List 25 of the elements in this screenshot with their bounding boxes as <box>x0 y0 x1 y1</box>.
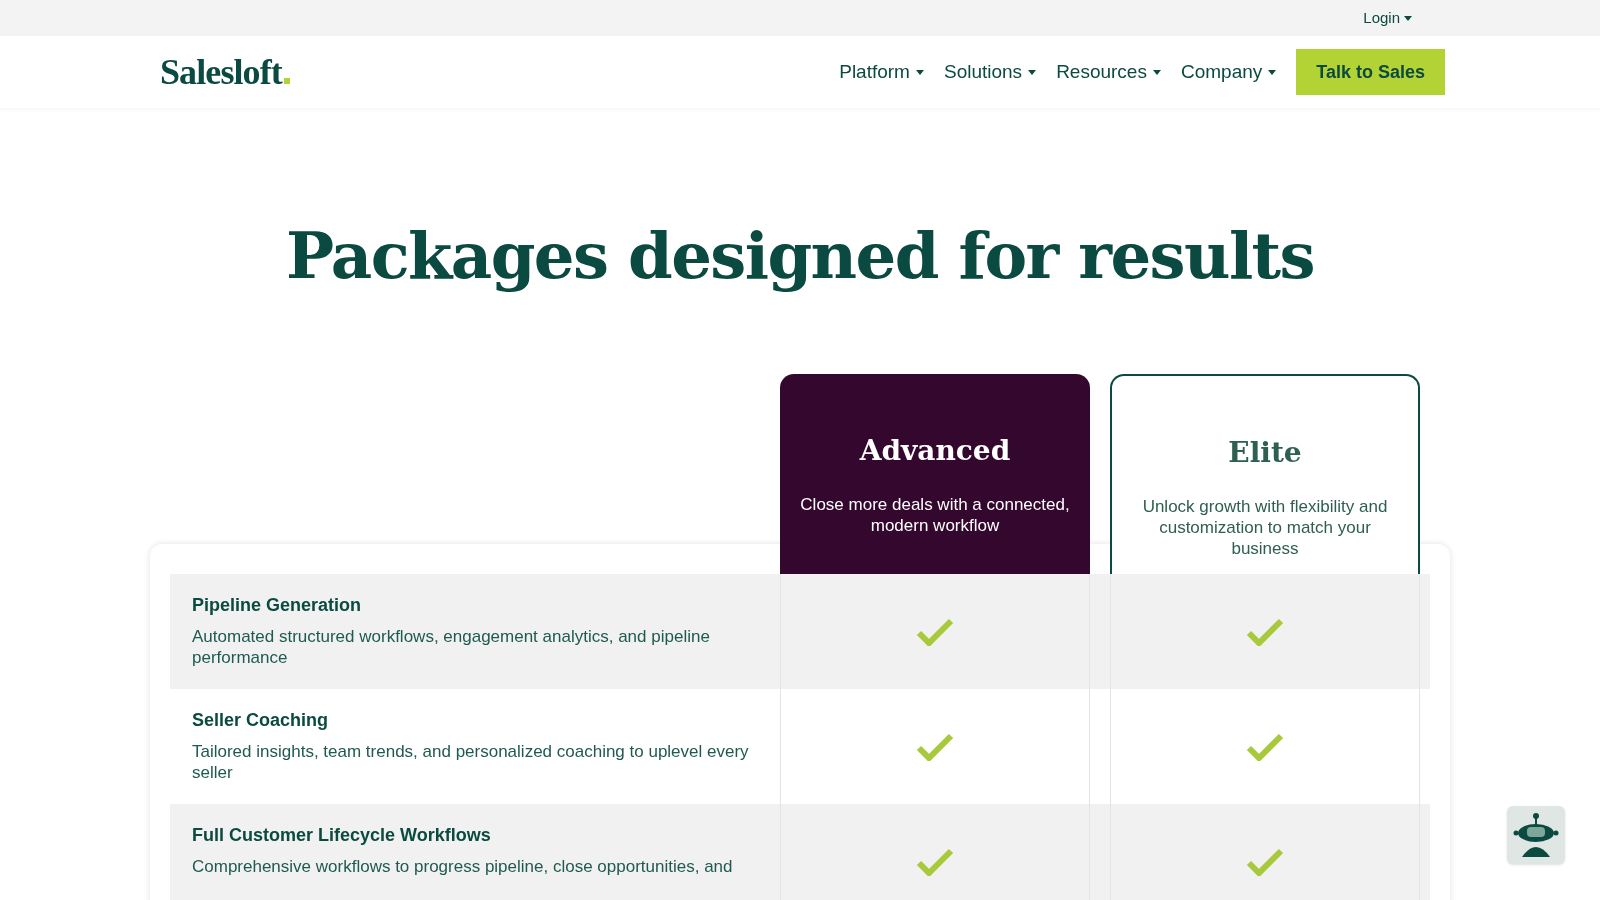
feature-title: Seller Coaching <box>192 709 330 732</box>
caret-icon <box>1028 69 1037 75</box>
page-heading: Packages designed for results <box>285 217 1315 295</box>
talk-to-sales-button[interactable]: Talk to Sales <box>1296 49 1445 95</box>
feature-description: Automated structured workflows, engagement analytics, and pipeline performance <box>192 626 711 668</box>
caret-icon <box>1152 69 1161 75</box>
plan-name: Elite <box>1228 435 1302 471</box>
nav-menu[interactable]: Platform <box>839 57 924 87</box>
feature-description: Tailored insights, team trends, and personalized coaching to uplevel every seller <box>192 741 750 783</box>
robot-icon <box>1513 813 1559 857</box>
login-menu[interactable]: Login <box>1363 6 1412 30</box>
feature-description: Comprehensive workflows to progress pipeline, close opportunities, and <box>192 856 734 877</box>
nav-menu[interactable]: Solutions <box>943 57 1037 87</box>
feature-title: Full Customer Lifecycle Workflows <box>192 824 492 847</box>
plan-name: Advanced <box>859 433 1011 469</box>
logo[interactable]: Salesloft <box>160 45 290 99</box>
caret-icon <box>1268 69 1277 75</box>
nav-menu[interactable]: Company <box>1180 57 1277 87</box>
chatbot-button[interactable] <box>1507 806 1565 864</box>
plan-description: Unlock growth with flexibility and customization to match your business <box>1141 496 1389 559</box>
caret-icon <box>915 69 924 75</box>
nav-menu[interactable]: Resources <box>1056 57 1161 87</box>
feature-title: Pipeline Generation <box>192 594 363 617</box>
plan-description: Close more deals with a connected, modern workflow <box>800 494 1070 536</box>
caret-icon <box>1404 15 1412 21</box>
